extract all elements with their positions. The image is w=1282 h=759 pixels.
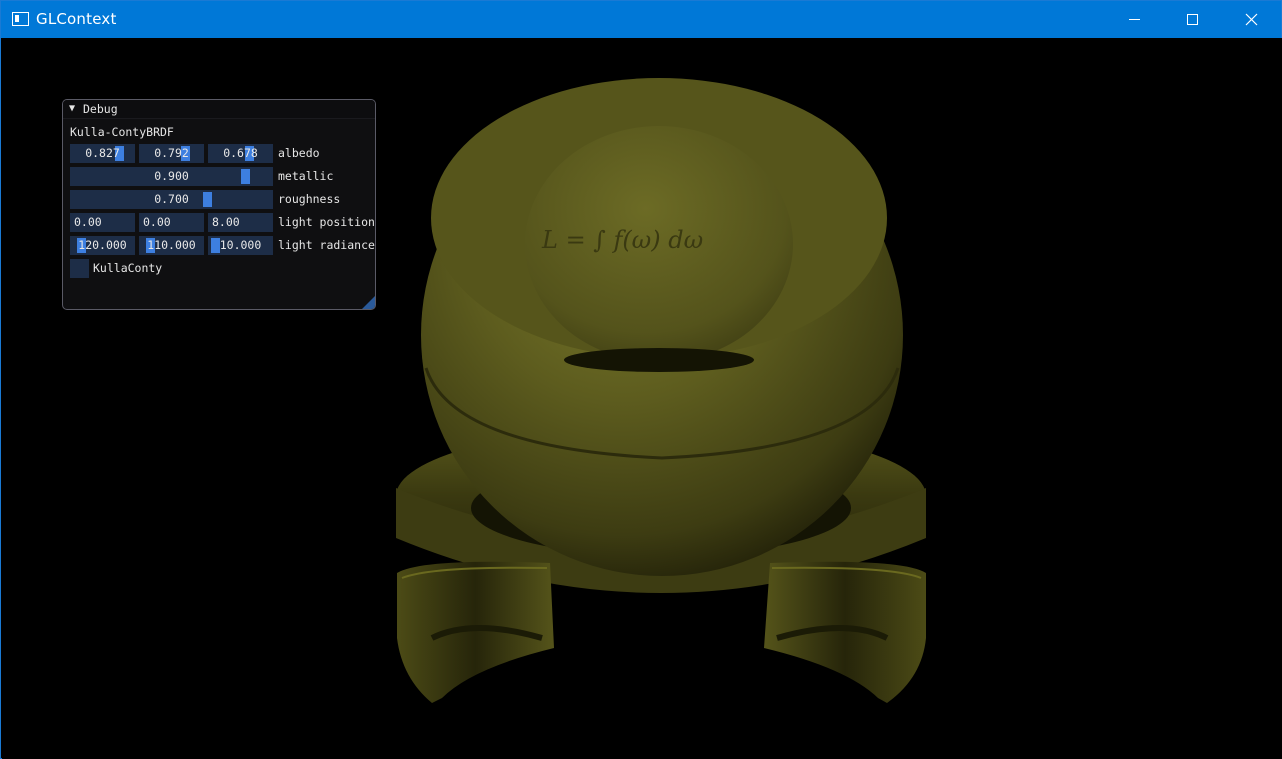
light-position-y-value: 0.00 <box>143 215 171 229</box>
resize-grip[interactable] <box>362 296 375 309</box>
light-radiance-r-value: 120.000 <box>78 238 127 252</box>
albedo-g-slider[interactable]: 0.792 <box>139 144 204 163</box>
title-bar[interactable]: GLContext <box>1 1 1281 38</box>
light-position-x-value: 0.00 <box>74 215 102 229</box>
close-button[interactable] <box>1222 1 1280 38</box>
app-icon <box>12 12 29 26</box>
light-position-label: light position <box>278 215 375 229</box>
maximize-icon <box>1187 14 1198 25</box>
close-icon <box>1245 13 1258 26</box>
minimize-icon <box>1129 19 1140 20</box>
albedo-b-slider[interactable]: 0.678 <box>208 144 273 163</box>
albedo-r-value: 0.827 <box>85 146 120 160</box>
albedo-r-slider[interactable]: 0.827 <box>70 144 135 163</box>
roughness-slider[interactable]: 0.700 <box>70 190 273 209</box>
debug-panel-header[interactable]: ▼ Debug <box>63 100 375 119</box>
debug-panel[interactable]: ▼ Debug Kulla-ContyBRDF 0.827 0.792 0.67… <box>62 99 376 310</box>
roughness-value: 0.700 <box>154 192 189 206</box>
window-title: GLContext <box>36 10 117 28</box>
albedo-g-value: 0.792 <box>154 146 189 160</box>
kullaconty-checkbox-label: KullaConty <box>93 261 163 275</box>
albedo-b-value: 0.678 <box>223 146 258 160</box>
engraved-formula: L = ∫ f(ω) dω <box>541 226 703 254</box>
metallic-slider[interactable]: 0.900 <box>70 167 273 186</box>
light-position-z-value: 8.00 <box>212 215 240 229</box>
render-viewport[interactable]: L = ∫ f(ω) dω ▼ Debug Kulla-ContyBRDF 0.… <box>2 38 1282 759</box>
maximize-button[interactable] <box>1163 1 1221 38</box>
albedo-label: albedo <box>278 146 320 160</box>
debug-panel-title: Debug <box>83 102 118 116</box>
light-radiance-b-slider[interactable]: 10.000 <box>208 236 273 255</box>
minimize-button[interactable] <box>1105 1 1163 38</box>
metallic-label: metallic <box>278 169 334 183</box>
metallic-value: 0.900 <box>154 169 189 183</box>
app-window: GLContext L = ∫ f(ω) dω ▼ Debug Kulla-Co… <box>0 0 1282 759</box>
light-radiance-label: light radiance <box>278 238 375 252</box>
light-position-x-input[interactable]: 0.00 <box>70 213 135 232</box>
light-position-y-input[interactable]: 0.00 <box>139 213 204 232</box>
light-radiance-g-slider[interactable]: 110.000 <box>139 236 204 255</box>
roughness-label: roughness <box>278 192 341 206</box>
brdf-name-label: Kulla-ContyBRDF <box>70 125 174 139</box>
light-position-z-input[interactable]: 8.00 <box>208 213 273 232</box>
kullaconty-checkbox[interactable] <box>70 259 89 278</box>
light-radiance-g-value: 110.000 <box>147 238 196 252</box>
light-radiance-b-value: 10.000 <box>219 238 262 252</box>
light-radiance-r-slider[interactable]: 120.000 <box>70 236 135 255</box>
collapse-arrow-icon[interactable]: ▼ <box>69 103 75 114</box>
